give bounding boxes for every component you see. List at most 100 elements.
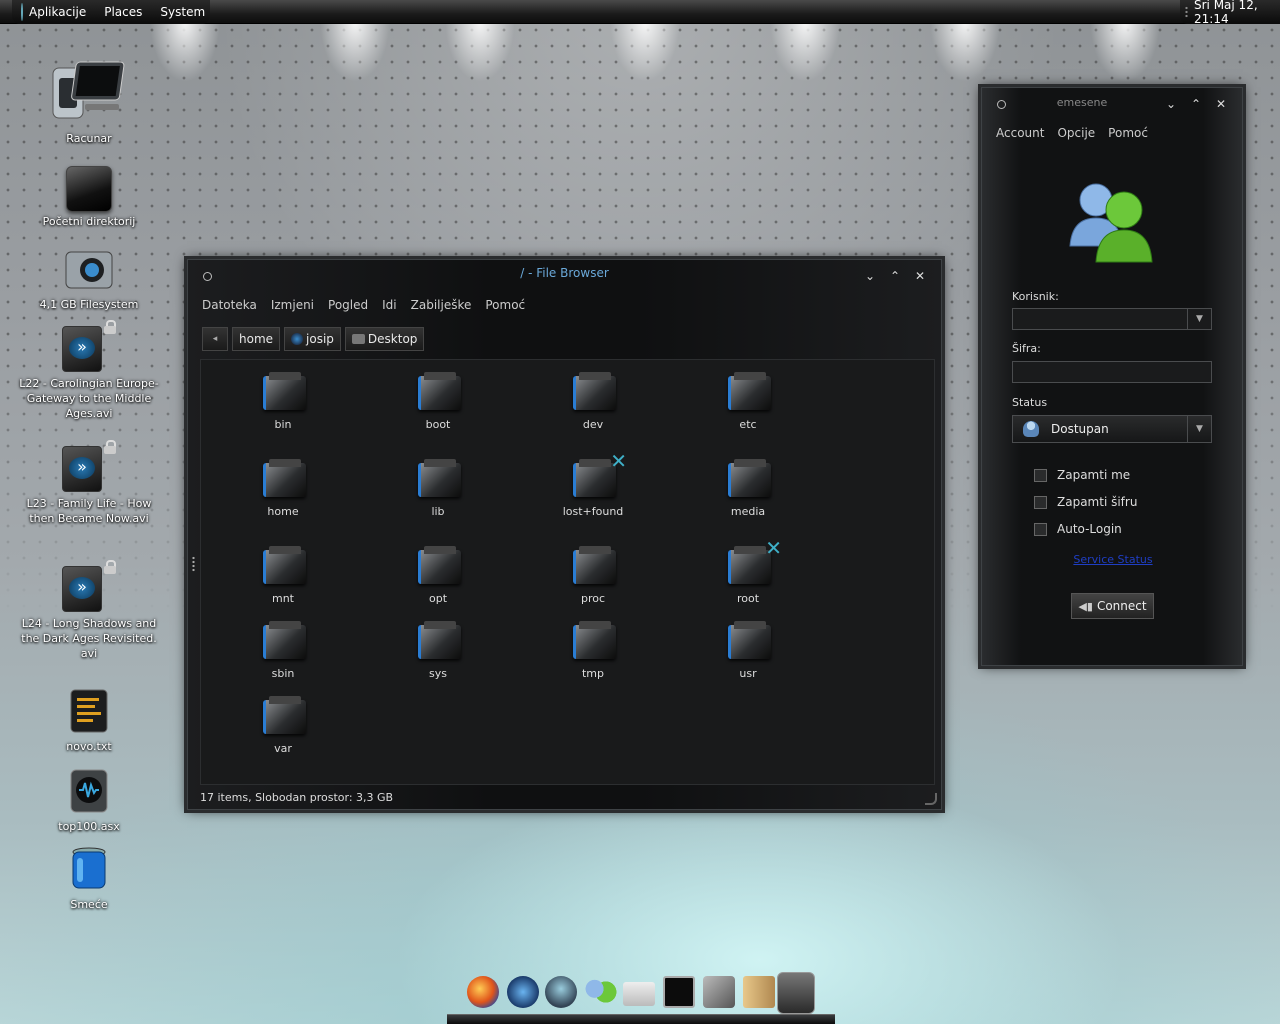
folder-item[interactable]: etc (688, 372, 808, 431)
folder-item[interactable]: boot (378, 372, 498, 431)
folder-item[interactable]: var (223, 696, 343, 755)
window-title: / - File Browser (520, 266, 609, 280)
desktop-folder-icon (351, 334, 365, 344)
path-crumb-desktop[interactable]: Desktop (344, 327, 425, 351)
resize-grip-icon[interactable] (925, 793, 937, 805)
folder-name: sys (429, 667, 447, 680)
folder-item[interactable]: home (223, 459, 343, 518)
menu-zabiljeske[interactable]: Zabilješke (411, 298, 472, 312)
menu-idi[interactable]: Idi (382, 298, 397, 312)
firefox-icon[interactable] (467, 976, 499, 1008)
folder-item[interactable]: sbin (223, 621, 343, 680)
menu-opcije[interactable]: Opcije (1057, 126, 1095, 140)
menu-applications[interactable]: Aplikacije (29, 5, 86, 19)
folder-item[interactable]: ✕ root (688, 536, 808, 605)
folder-item[interactable]: ✕ lost+found (533, 449, 653, 518)
username-combo[interactable]: ▼ (1012, 308, 1212, 330)
checkbox-box[interactable] (1034, 522, 1047, 536)
checkbox-box[interactable] (1034, 495, 1047, 509)
path-back-button[interactable]: ◂ (202, 327, 228, 351)
home-folder-icon (66, 166, 112, 212)
file-view[interactable]: bin boot dev etc home lib ✕ lost+found m… (200, 359, 935, 785)
desktop-icon-video-l24[interactable]: L24 - Long Shadows and the Dark Ages Rev… (14, 560, 164, 661)
path-crumb-home[interactable]: home (232, 327, 281, 351)
clock[interactable]: Sri Maj 12, 21:14 (1194, 0, 1280, 26)
folder-name: sbin (271, 667, 295, 680)
remember-password-checkbox[interactable]: Zapamti šifru (1034, 495, 1137, 509)
mail-icon[interactable] (623, 982, 655, 1006)
show-desktop-icon[interactable] (777, 972, 815, 1014)
folder-name: boot (425, 418, 451, 431)
password-field[interactable] (1012, 361, 1212, 383)
path-crumb-label: Desktop (367, 332, 418, 346)
close-icon[interactable]: ✕ (1210, 93, 1232, 115)
path-crumb-label: home (239, 332, 274, 346)
menu-pomoc[interactable]: Pomoć (1108, 126, 1148, 140)
folder-name: dev (582, 418, 604, 431)
folder-item[interactable]: mnt (223, 546, 343, 605)
terminal-icon[interactable] (663, 976, 695, 1008)
folder-name: proc (580, 592, 606, 605)
folder-icon (726, 621, 771, 661)
folder-item[interactable]: tmp (533, 621, 653, 680)
file-browser-window[interactable]: / - File Browser ⌄ ⌃ ✕ Datoteka Izmjeni … (187, 259, 942, 810)
menu-account[interactable]: Account (996, 126, 1044, 140)
minimize-icon[interactable]: ⌄ (859, 265, 881, 287)
checkbox-label: Zapamti me (1057, 468, 1131, 482)
file-manager-icon[interactable] (743, 976, 775, 1008)
chevron-down-icon[interactable]: ▼ (1187, 309, 1211, 329)
desktop-icon-home[interactable]: Početni direktorij (14, 166, 164, 229)
folder-name: opt (428, 592, 448, 605)
connect-button[interactable]: ◀▮ Connect (1071, 593, 1154, 619)
webcam-icon[interactable] (507, 976, 539, 1008)
desktop-icon-video-l22[interactable]: L22 - Carolingian Europe- Gateway to the… (14, 320, 164, 421)
folder-name: usr (739, 667, 757, 680)
desktop-icon-top100[interactable]: top100.asx (14, 768, 164, 834)
menu-pogled[interactable]: Pogled (328, 298, 368, 312)
browser-icon[interactable] (545, 976, 577, 1008)
path-bar: ◂ home josip Desktop (202, 327, 425, 351)
desktop-icon-computer[interactable]: Racunar (14, 58, 164, 146)
menu-datoteka[interactable]: Datoteka (202, 298, 257, 312)
drive-icon (65, 251, 113, 289)
menu-pomoc[interactable]: Pomoć (485, 298, 525, 312)
menu-system[interactable]: System (160, 5, 205, 19)
status-combo[interactable]: Dostupan ▼ (1012, 415, 1212, 443)
folder-item[interactable]: sys (378, 621, 498, 680)
pane-resize-handle[interactable] (192, 556, 195, 572)
folder-item[interactable]: lib (378, 459, 498, 518)
chevron-down-icon[interactable]: ▼ (1187, 416, 1211, 442)
folder-icon (261, 459, 306, 499)
maximize-icon[interactable]: ⌃ (884, 265, 906, 287)
menu-places[interactable]: Places (104, 5, 142, 19)
top-panel-clock-area: Sri Maj 12, 21:14 (1180, 0, 1280, 26)
auto-login-checkbox[interactable]: Auto-Login (1034, 522, 1122, 536)
folder-item[interactable]: dev (533, 372, 653, 431)
desktop-icon-video-l23[interactable]: L23 - Family Life - How then Became Now.… (14, 440, 164, 526)
minimize-icon[interactable]: ⌄ (1160, 93, 1182, 115)
desktop-icon-filesystem[interactable]: 4,1 GB Filesystem (14, 248, 164, 312)
distro-logo-icon[interactable] (21, 3, 23, 21)
menu-izmjeni[interactable]: Izmjeni (271, 298, 314, 312)
top-panel: Aplikacije Places System Sri Maj 12, 21:… (0, 0, 1280, 26)
emesene-window[interactable]: emesene ⌄ ⌃ ✕ Account Opcije Pomoć Koris… (981, 87, 1243, 666)
folder-item[interactable]: opt (378, 546, 498, 605)
remember-me-checkbox[interactable]: Zapamti me (1034, 468, 1130, 482)
checkbox-label: Zapamti šifru (1057, 495, 1138, 509)
folder-icon (571, 546, 616, 586)
checkbox-box[interactable] (1034, 468, 1047, 482)
folder-item[interactable]: media (688, 459, 808, 518)
video-file-icon (62, 446, 102, 492)
maximize-icon[interactable]: ⌃ (1185, 93, 1207, 115)
password-label: Šifra: (1012, 342, 1041, 355)
desktop-icon-novo-txt[interactable]: novo.txt (14, 688, 164, 754)
desktop-icon-trash[interactable]: Smeće (14, 846, 164, 912)
service-status-link[interactable]: Service Status (982, 553, 1244, 566)
folder-item[interactable]: proc (533, 546, 653, 605)
folder-item[interactable]: usr (688, 621, 808, 680)
messenger-icon[interactable] (585, 976, 617, 1008)
folder-item[interactable]: bin (223, 372, 343, 431)
path-crumb-josip[interactable]: josip (284, 327, 341, 351)
network-icon[interactable] (703, 976, 735, 1008)
close-icon[interactable]: ✕ (909, 265, 931, 287)
